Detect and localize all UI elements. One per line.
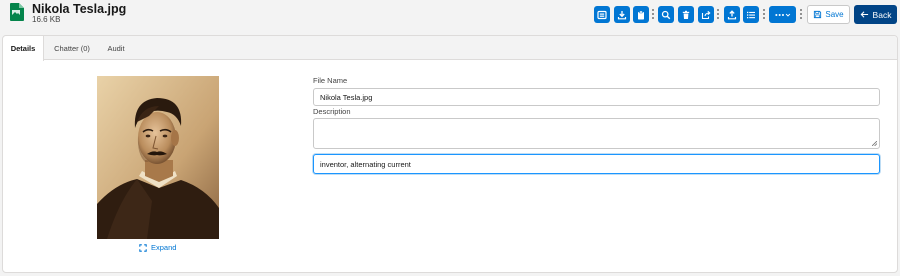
preview-icon [597, 10, 607, 19]
description-label: Description [313, 107, 351, 116]
image-preview[interactable] [97, 76, 219, 239]
list-icon [747, 11, 755, 18]
tab-audit[interactable]: Audit [99, 36, 133, 60]
back-button[interactable]: Back [854, 5, 897, 24]
expand-label: Expand [151, 243, 177, 252]
toolbar-separator [652, 9, 654, 19]
file-size: 16.6 KB [32, 15, 61, 24]
file-title: Nikola Tesla.jpg [32, 2, 127, 16]
tags-field[interactable] [313, 154, 880, 174]
more-actions-button[interactable] [769, 6, 796, 23]
download-button[interactable] [614, 6, 630, 23]
record-card: Details Chatter (0) Audit Expand File Na… [2, 35, 898, 273]
more-icon [775, 13, 791, 17]
list-view-button[interactable] [743, 6, 759, 23]
search-icon [661, 10, 671, 19]
toolbar-separator [763, 9, 765, 19]
delete-icon [682, 10, 690, 19]
share-icon [701, 10, 711, 19]
expand-icon [139, 243, 147, 252]
search-button[interactable] [658, 6, 674, 23]
file-name-label: File Name [313, 76, 348, 85]
tab-label: Audit [107, 43, 125, 53]
clipboard-button[interactable] [633, 6, 649, 23]
tab-details[interactable]: Details [3, 36, 44, 61]
save-icon [814, 10, 822, 19]
arrow-left-icon [860, 11, 868, 18]
resize-handle-icon[interactable] [872, 141, 877, 146]
download-icon [617, 10, 627, 19]
upload-icon [727, 9, 737, 19]
share-button[interactable] [698, 6, 714, 23]
save-button-label: Save [825, 10, 844, 19]
tab-label: Chatter (0) [54, 43, 90, 53]
toolbar-separator [800, 9, 802, 19]
delete-button[interactable] [678, 6, 694, 23]
back-button-label: Back [872, 9, 892, 20]
expand-link[interactable]: Expand [139, 243, 176, 252]
preview-button[interactable] [594, 6, 610, 23]
tab-bar: Details Chatter (0) Audit [3, 36, 897, 61]
description-field[interactable] [313, 118, 880, 149]
tab-label: Details [10, 44, 36, 53]
file-jpg-icon [10, 3, 24, 21]
toolbar-separator [717, 9, 719, 19]
portrait-image [97, 76, 219, 239]
page-header: Nikola Tesla.jpg 16.6 KB Save Back [0, 0, 900, 28]
tab-chatter[interactable]: Chatter (0) [45, 36, 99, 60]
clipboard-icon [638, 10, 644, 19]
file-name-field[interactable] [313, 88, 880, 106]
save-button[interactable]: Save [807, 5, 850, 24]
upload-button[interactable] [724, 6, 740, 23]
